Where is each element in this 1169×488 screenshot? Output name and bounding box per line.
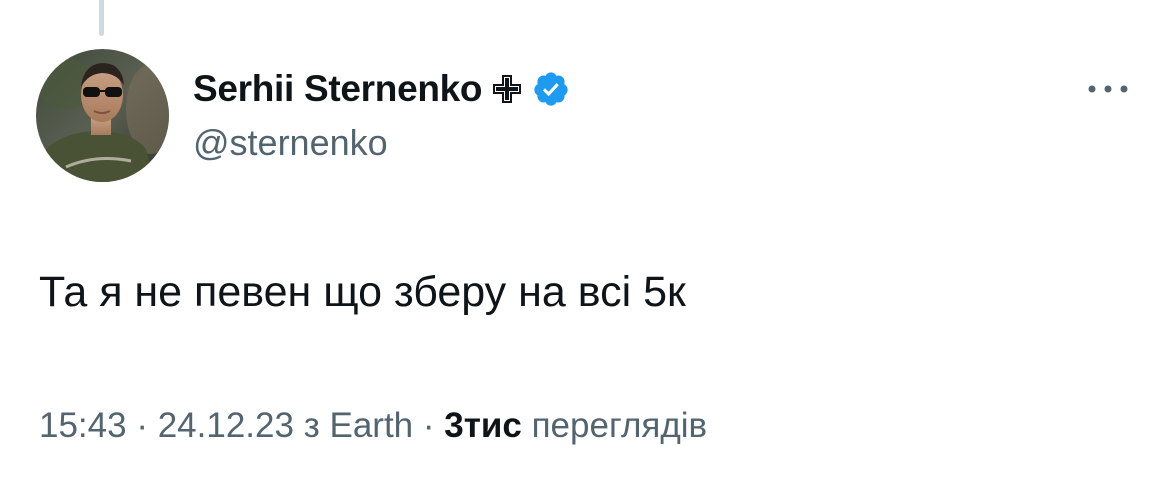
tweet-text: Та я не певен що зберу на всі 5к: [39, 268, 686, 316]
thread-connector-line: [99, 0, 104, 36]
tweet-location: з Earth: [303, 406, 414, 445]
tweet-meta: 15:43 · 24.12.23 з Earth · 3тис перегляд…: [39, 406, 707, 446]
views-count[interactable]: 3тис: [444, 406, 522, 446]
author-handle[interactable]: @sternenko: [193, 122, 388, 164]
tweet-date[interactable]: 24.12.23: [158, 406, 294, 446]
author-name-row[interactable]: Serhii Sternenko: [193, 64, 570, 114]
avatar[interactable]: [36, 49, 169, 182]
meta-separator: ·: [136, 406, 148, 445]
verified-icon[interactable]: [532, 70, 570, 108]
cross-icon: [492, 74, 522, 104]
avatar-photo: [36, 49, 169, 182]
views-label: переглядів: [531, 406, 708, 445]
author-display-name[interactable]: Serhii Sternenko: [193, 68, 483, 110]
more-options-button[interactable]: [1084, 76, 1132, 102]
more-horizontal-icon: [1088, 85, 1128, 93]
tweet-time[interactable]: 15:43: [39, 406, 127, 446]
meta-separator: ·: [422, 406, 435, 445]
